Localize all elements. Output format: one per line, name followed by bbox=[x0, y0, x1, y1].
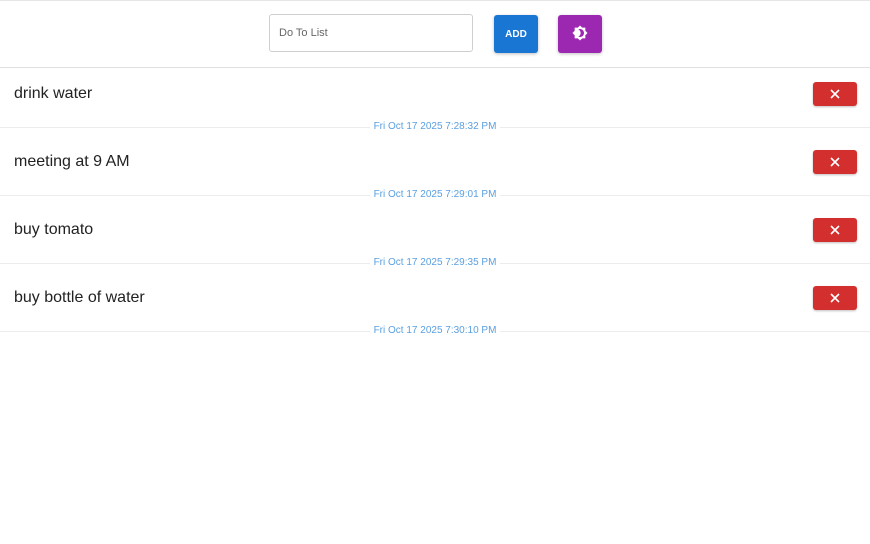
timestamp-text: Fri Oct 17 2025 7:29:01 PM bbox=[369, 189, 501, 200]
timestamp-text: Fri Oct 17 2025 7:29:35 PM bbox=[369, 257, 501, 268]
todo-timestamp: Fri Oct 17 2025 7:29:01 PM bbox=[0, 189, 870, 201]
theme-toggle-button[interactable] bbox=[558, 15, 602, 53]
todo-item-text: buy tomato bbox=[14, 221, 94, 238]
timestamp-text: Fri Oct 17 2025 7:30:10 PM bbox=[369, 325, 501, 336]
close-icon bbox=[830, 223, 840, 238]
brightness-icon bbox=[572, 24, 588, 44]
delete-button[interactable] bbox=[813, 150, 857, 174]
todo-item: buy tomato Fri Oct 17 2025 7:29:35 PM bbox=[0, 204, 870, 272]
todo-input[interactable] bbox=[269, 14, 473, 52]
close-icon bbox=[830, 291, 840, 306]
todo-item-text: drink water bbox=[14, 85, 93, 102]
todo-item: buy bottle of water Fri Oct 17 2025 7:30… bbox=[0, 272, 870, 340]
add-button[interactable]: ADD bbox=[494, 15, 538, 53]
timestamp-text: Fri Oct 17 2025 7:28:32 PM bbox=[369, 121, 501, 132]
close-icon bbox=[830, 87, 840, 102]
close-icon bbox=[830, 155, 840, 170]
todo-item: meeting at 9 AM Fri Oct 17 2025 7:29:01 … bbox=[0, 136, 870, 204]
todo-header: ADD bbox=[0, 1, 870, 68]
todo-timestamp: Fri Oct 17 2025 7:30:10 PM bbox=[0, 325, 870, 337]
todo-list: drink water Fri Oct 17 2025 7:28:32 PM m… bbox=[0, 68, 870, 340]
todo-timestamp: Fri Oct 17 2025 7:29:35 PM bbox=[0, 257, 870, 269]
todo-timestamp: Fri Oct 17 2025 7:28:32 PM bbox=[0, 121, 870, 133]
todo-item-text: buy bottle of water bbox=[14, 289, 145, 306]
todo-item: drink water Fri Oct 17 2025 7:28:32 PM bbox=[0, 68, 870, 136]
delete-button[interactable] bbox=[813, 286, 857, 310]
todo-item-text: meeting at 9 AM bbox=[14, 153, 130, 170]
delete-button[interactable] bbox=[813, 218, 857, 242]
delete-button[interactable] bbox=[813, 82, 857, 106]
